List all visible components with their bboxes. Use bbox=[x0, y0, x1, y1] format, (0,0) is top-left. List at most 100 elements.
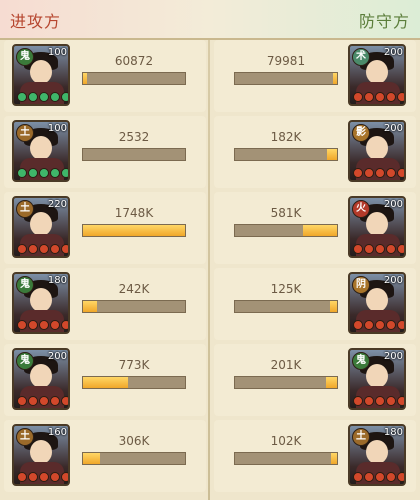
hero-level: 100 bbox=[47, 123, 67, 134]
damage-row: 土 160 306K 土 180 102K bbox=[4, 420, 416, 492]
hero-portrait[interactable]: 术 200 bbox=[348, 44, 406, 106]
hero-face bbox=[30, 440, 52, 464]
damage-value: 201K bbox=[270, 358, 302, 372]
hero-level: 200 bbox=[383, 199, 403, 210]
damage-bar bbox=[234, 452, 338, 465]
damage-bar-fill bbox=[83, 301, 98, 312]
damage-value: 773K bbox=[118, 358, 150, 372]
damage-value: 2532 bbox=[118, 130, 150, 144]
defender-slot: 术 200 79981 bbox=[214, 40, 416, 112]
damage-row: 鬼 200 773K 鬼 200 201K bbox=[4, 344, 416, 416]
hero-portrait[interactable]: 土 180 bbox=[348, 424, 406, 486]
hero-level: 100 bbox=[47, 47, 67, 58]
hero-level: 180 bbox=[383, 427, 403, 438]
faction-badge-icon: 影 bbox=[352, 124, 370, 142]
hero-portrait[interactable]: 阴 200 bbox=[348, 272, 406, 334]
faction-badge-icon: 土 bbox=[16, 428, 34, 446]
star-pip-icon bbox=[397, 92, 404, 102]
star-pip-icon bbox=[17, 396, 27, 406]
damage-bar-fill bbox=[329, 301, 337, 312]
star-pip-icon bbox=[375, 244, 385, 254]
star-pips bbox=[353, 244, 404, 254]
faction-badge-icon: 阴 bbox=[352, 276, 370, 294]
star-pip-icon bbox=[28, 472, 38, 482]
star-pip-icon bbox=[39, 92, 49, 102]
hero-level: 200 bbox=[383, 47, 403, 58]
star-pip-icon bbox=[50, 320, 60, 330]
star-pip-icon bbox=[364, 168, 374, 178]
attacker-slot: 鬼 200 773K bbox=[4, 344, 206, 416]
star-pip-icon bbox=[61, 168, 68, 178]
hero-portrait[interactable]: 鬼 200 bbox=[348, 348, 406, 410]
faction-badge-icon: 术 bbox=[352, 48, 370, 66]
damage-bar-fill bbox=[333, 73, 337, 84]
star-pip-icon bbox=[375, 168, 385, 178]
star-pip-icon bbox=[386, 396, 396, 406]
star-pips bbox=[17, 168, 68, 178]
faction-badge-icon: 土 bbox=[16, 124, 34, 142]
hero-level: 200 bbox=[47, 351, 67, 362]
hero-face bbox=[366, 136, 388, 160]
star-pip-icon bbox=[375, 92, 385, 102]
faction-badge-icon: 鬼 bbox=[16, 48, 34, 66]
hero-portrait[interactable]: 鬼 180 bbox=[12, 272, 70, 334]
defender-slot: 土 180 102K bbox=[214, 420, 416, 492]
hero-portrait[interactable]: 影 200 bbox=[348, 120, 406, 182]
star-pip-icon bbox=[61, 92, 68, 102]
star-pip-icon bbox=[397, 396, 404, 406]
hero-face bbox=[30, 364, 52, 388]
star-pip-icon bbox=[397, 472, 404, 482]
damage-value: 1748K bbox=[114, 206, 154, 220]
faction-badge-icon: 土 bbox=[352, 428, 370, 446]
damage-bar-fill bbox=[83, 453, 101, 464]
hero-portrait[interactable]: 鬼 100 bbox=[12, 44, 70, 106]
hero-portrait[interactable]: 火 200 bbox=[348, 196, 406, 258]
hero-level: 200 bbox=[383, 275, 403, 286]
star-pips bbox=[353, 92, 404, 102]
attack-side-label: 进攻方 bbox=[10, 12, 62, 31]
hero-level: 200 bbox=[383, 123, 403, 134]
faction-badge-icon: 火 bbox=[352, 200, 370, 218]
star-pip-icon bbox=[28, 244, 38, 254]
star-pip-icon bbox=[61, 244, 68, 254]
defense-side-label: 防守方 bbox=[358, 12, 410, 31]
star-pips bbox=[17, 92, 68, 102]
attacker-slot: 土 160 306K bbox=[4, 420, 206, 492]
hero-face bbox=[366, 212, 388, 236]
damage-value: 242K bbox=[118, 282, 150, 296]
star-pips bbox=[353, 472, 404, 482]
faction-badge-icon: 鬼 bbox=[16, 352, 34, 370]
hero-face bbox=[366, 364, 388, 388]
star-pip-icon bbox=[386, 92, 396, 102]
damage-bar bbox=[234, 224, 338, 237]
star-pip-icon bbox=[50, 168, 60, 178]
star-pip-icon bbox=[39, 244, 49, 254]
hero-level: 160 bbox=[47, 427, 67, 438]
attacker-slot: 土 220 1748K bbox=[4, 192, 206, 264]
hero-portrait[interactable]: 土 220 bbox=[12, 196, 70, 258]
star-pip-icon bbox=[39, 472, 49, 482]
hero-face bbox=[30, 60, 52, 84]
damage-row: 鬼 180 242K 阴 200 125K bbox=[4, 268, 416, 340]
damage-bar-fill bbox=[83, 377, 128, 388]
hero-portrait[interactable]: 土 160 bbox=[12, 424, 70, 486]
defender-slot: 阴 200 125K bbox=[214, 268, 416, 340]
star-pip-icon bbox=[386, 320, 396, 330]
damage-value: 125K bbox=[270, 282, 302, 296]
faction-badge-icon: 鬼 bbox=[16, 276, 34, 294]
attacker-slot: 鬼 100 60872 bbox=[4, 40, 206, 112]
star-pip-icon bbox=[353, 396, 363, 406]
star-pips bbox=[353, 320, 404, 330]
damage-bar-fill bbox=[330, 453, 337, 464]
hero-portrait[interactable]: 土 100 bbox=[12, 120, 70, 182]
defender-slot: 影 200 182K bbox=[214, 116, 416, 188]
hero-portrait[interactable]: 鬼 200 bbox=[12, 348, 70, 410]
attacker-slot: 鬼 180 242K bbox=[4, 268, 206, 340]
damage-bar bbox=[234, 300, 338, 313]
star-pip-icon bbox=[17, 168, 27, 178]
hero-face bbox=[30, 288, 52, 312]
star-pip-icon bbox=[50, 244, 60, 254]
star-pip-icon bbox=[386, 168, 396, 178]
star-pip-icon bbox=[353, 472, 363, 482]
star-pip-icon bbox=[61, 396, 68, 406]
